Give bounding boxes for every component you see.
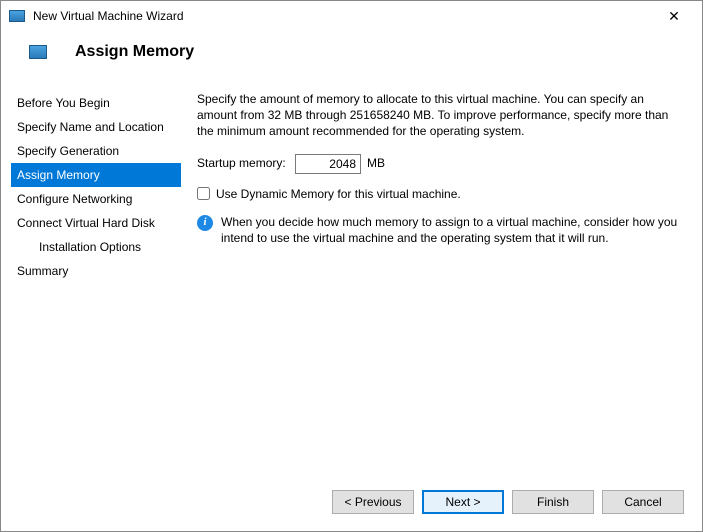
header-icon [29, 45, 47, 59]
dynamic-memory-label[interactable]: Use Dynamic Memory for this virtual mach… [216, 186, 461, 202]
step-installation-options[interactable]: Installation Options [11, 235, 181, 259]
description-text: Specify the amount of memory to allocate… [197, 91, 680, 140]
wizard-footer: < Previous Next > Finish Cancel [1, 473, 702, 531]
page-title: Assign Memory [75, 43, 194, 61]
info-text: When you decide how much memory to assig… [221, 214, 680, 246]
info-row: i When you decide how much memory to ass… [197, 214, 680, 246]
close-button[interactable]: ✕ [654, 8, 694, 25]
wizard-header: Assign Memory [1, 31, 702, 77]
step-connect-virtual-hard-disk[interactable]: Connect Virtual Hard Disk [11, 211, 181, 235]
app-icon [9, 10, 25, 22]
step-assign-memory[interactable]: Assign Memory [11, 163, 181, 187]
step-configure-networking[interactable]: Configure Networking [11, 187, 181, 211]
info-icon: i [197, 215, 213, 231]
dynamic-memory-row: Use Dynamic Memory for this virtual mach… [197, 186, 680, 202]
cancel-button[interactable]: Cancel [602, 490, 684, 514]
step-before-you-begin[interactable]: Before You Begin [11, 91, 181, 115]
steps-sidebar: Before You Begin Specify Name and Locati… [11, 77, 181, 473]
wizard-window: New Virtual Machine Wizard ✕ Assign Memo… [0, 0, 703, 532]
startup-memory-label: Startup memory: [197, 155, 295, 171]
window-title: New Virtual Machine Wizard [33, 9, 654, 23]
startup-memory-unit: MB [367, 155, 385, 171]
wizard-body: Before You Begin Specify Name and Locati… [1, 77, 702, 473]
finish-button[interactable]: Finish [512, 490, 594, 514]
step-summary[interactable]: Summary [11, 259, 181, 283]
startup-memory-input[interactable] [295, 154, 361, 174]
content-pane: Specify the amount of memory to allocate… [181, 77, 692, 473]
step-specify-name-location[interactable]: Specify Name and Location [11, 115, 181, 139]
previous-button[interactable]: < Previous [332, 490, 414, 514]
startup-memory-row: Startup memory: MB [197, 154, 680, 174]
dynamic-memory-checkbox[interactable] [197, 187, 210, 200]
titlebar: New Virtual Machine Wizard ✕ [1, 1, 702, 31]
next-button[interactable]: Next > [422, 490, 504, 514]
step-specify-generation[interactable]: Specify Generation [11, 139, 181, 163]
